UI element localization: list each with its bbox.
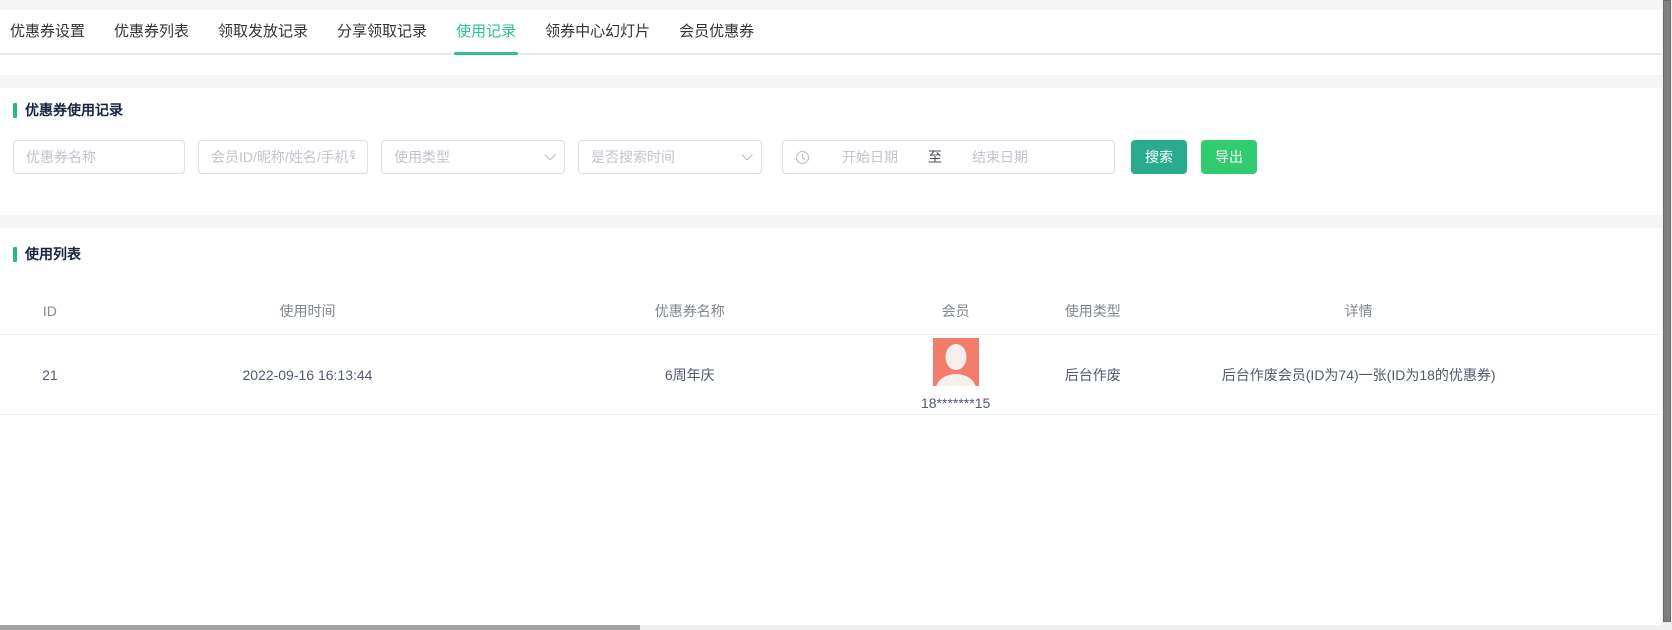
row-coupon-name: 6周年庆 <box>515 365 864 385</box>
use-type-select[interactable]: 使用类型 <box>381 140 565 174</box>
search-time-select-value: 是否搜索时间 <box>591 147 675 167</box>
filter-section-title: 优惠券使用记录 <box>13 102 1649 118</box>
chevron-down-icon <box>741 149 752 160</box>
export-button[interactable]: 导出 <box>1201 140 1257 174</box>
column-header-detail: 详情 <box>1138 301 1578 321</box>
row-use-type: 后台作废 <box>1047 365 1138 385</box>
end-date-input[interactable] <box>946 149 1054 165</box>
coupon-name-input[interactable] <box>13 140 185 174</box>
member-search-input[interactable] <box>198 140 368 174</box>
horizontal-scrollbar[interactable] <box>0 625 1662 630</box>
usage-list-panel: 使用列表 ID 使用时间 优惠券名称 会员 使用类型 详情 21 2022-09… <box>0 228 1662 625</box>
column-header-use-time: 使用时间 <box>100 301 516 321</box>
tab-coupon-settings[interactable]: 优惠券设置 <box>10 10 85 53</box>
filter-section-title-text: 优惠券使用记录 <box>25 100 123 120</box>
list-section-title-text: 使用列表 <box>25 244 81 264</box>
section-accent-bar <box>13 103 17 118</box>
tab-coupon-list[interactable]: 优惠券列表 <box>114 10 189 53</box>
start-date-input[interactable] <box>816 149 924 165</box>
date-range-picker[interactable]: 至 <box>782 140 1115 174</box>
table-header-row: ID 使用时间 优惠券名称 会员 使用类型 详情 <box>0 287 1662 335</box>
tab-list: 优惠券设置 优惠券列表 领取发放记录 分享领取记录 使用记录 领券中心幻灯片 会… <box>0 10 1662 55</box>
column-header-id: ID <box>0 303 100 319</box>
search-time-select[interactable]: 是否搜索时间 <box>578 140 762 174</box>
tab-bar: 优惠券设置 优惠券列表 领取发放记录 分享领取记录 使用记录 领券中心幻灯片 会… <box>0 10 1662 75</box>
table-row: 21 2022-09-16 16:13:44 6周年庆 18*******15 … <box>0 335 1662 415</box>
vertical-scrollbar-thumb[interactable] <box>1663 0 1671 622</box>
usage-table: ID 使用时间 优惠券名称 会员 使用类型 详情 21 2022-09-16 1… <box>0 287 1662 415</box>
row-id: 21 <box>0 367 100 383</box>
search-button[interactable]: 搜索 <box>1131 140 1187 174</box>
vertical-scrollbar[interactable] <box>1662 0 1672 630</box>
tab-share-claim-records[interactable]: 分享领取记录 <box>337 10 427 53</box>
use-type-select-value: 使用类型 <box>394 147 450 167</box>
row-member: 18*******15 <box>864 338 1047 411</box>
list-section-title: 使用列表 <box>0 246 1662 262</box>
member-avatar <box>933 338 979 386</box>
column-header-coupon-name: 优惠券名称 <box>515 301 864 321</box>
date-range-separator: 至 <box>928 147 942 167</box>
page: 优惠券设置 优惠券列表 领取发放记录 分享领取记录 使用记录 领券中心幻灯片 会… <box>0 0 1662 625</box>
row-detail: 后台作废会员(ID为74)一张(ID为18的优惠券) <box>1138 365 1578 385</box>
chevron-down-icon <box>544 149 555 160</box>
tab-coupon-center-slides[interactable]: 领券中心幻灯片 <box>545 10 650 53</box>
member-cell: 18*******15 <box>864 338 1047 411</box>
row-use-time: 2022-09-16 16:13:44 <box>100 367 516 383</box>
clock-icon <box>795 150 810 165</box>
horizontal-scrollbar-thumb[interactable] <box>0 625 640 630</box>
column-header-member: 会员 <box>864 301 1047 321</box>
tab-member-coupons[interactable]: 会员优惠券 <box>679 10 754 53</box>
tab-claim-records[interactable]: 领取发放记录 <box>218 10 308 53</box>
member-phone: 18*******15 <box>921 395 990 411</box>
column-header-use-type: 使用类型 <box>1047 301 1138 321</box>
filter-panel: 优惠券使用记录 使用类型 是否搜索时间 至 搜索 <box>0 88 1662 215</box>
filter-row: 使用类型 是否搜索时间 至 搜索 导出 <box>13 140 1649 174</box>
tab-usage-records[interactable]: 使用记录 <box>456 10 516 53</box>
section-accent-bar <box>13 247 17 262</box>
